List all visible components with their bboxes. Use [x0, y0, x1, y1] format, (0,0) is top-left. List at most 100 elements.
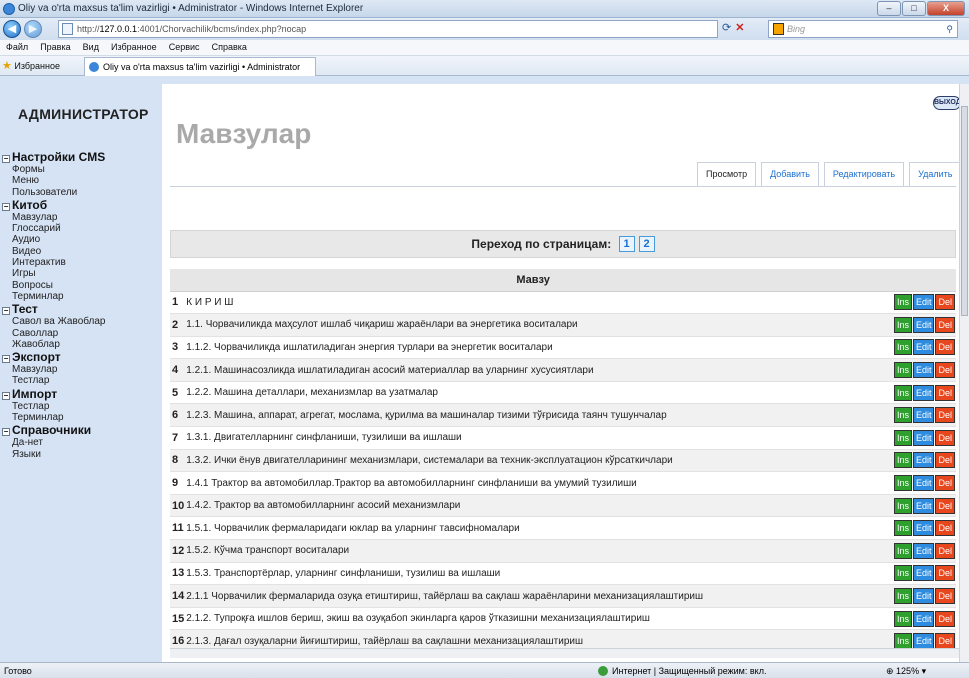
stop-icon[interactable]: ✕ — [735, 22, 744, 34]
sidebar-group[interactable]: − Настройки CMS — [0, 150, 162, 164]
edit-button[interactable]: Edit — [912, 520, 935, 537]
insert-button[interactable]: Ins — [893, 339, 912, 356]
delete-button[interactable]: Del — [935, 384, 955, 401]
edit-button[interactable]: Edit — [912, 542, 935, 559]
sidebar-item[interactable]: Языки — [0, 449, 162, 460]
edit-button[interactable]: Edit — [912, 384, 935, 401]
close-button[interactable]: X — [927, 1, 965, 16]
sidebar-group[interactable]: − Китоб — [0, 198, 162, 212]
delete-button[interactable]: Del — [935, 610, 955, 627]
delete-button[interactable]: Del — [935, 362, 955, 379]
insert-button[interactable]: Ins — [893, 429, 912, 446]
zoom-level[interactable]: ⊕ 125% ▾ — [886, 666, 926, 677]
security-zone[interactable]: Интернет | Защищенный режим: вкл. — [598, 666, 766, 676]
minimize-button[interactable]: – — [877, 1, 901, 16]
edit-button[interactable]: Edit — [912, 588, 935, 605]
sidebar-item[interactable]: Тестлар — [0, 401, 162, 412]
sidebar-item[interactable]: Мавзулар — [0, 212, 162, 223]
sidebar-group[interactable]: − Экспорт — [0, 350, 162, 364]
sidebar-item[interactable]: Жавоблар — [0, 339, 162, 350]
tab-edit[interactable]: Редактировать — [823, 162, 905, 186]
sidebar-item[interactable]: Формы — [0, 164, 162, 175]
edit-button[interactable]: Edit — [912, 565, 935, 582]
edit-button[interactable]: Edit — [912, 452, 935, 469]
delete-button[interactable]: Del — [935, 633, 955, 650]
insert-button[interactable]: Ins — [893, 407, 912, 424]
edit-button[interactable]: Edit — [912, 339, 935, 356]
sidebar-item[interactable]: Савол ва Жавоблар — [0, 316, 162, 327]
delete-button[interactable]: Del — [935, 316, 955, 333]
delete-button[interactable]: Del — [935, 339, 955, 356]
menu-help[interactable]: Справка — [206, 40, 250, 52]
insert-button[interactable]: Ins — [893, 316, 912, 333]
menu-view[interactable]: Вид — [77, 40, 102, 52]
insert-button[interactable]: Ins — [893, 520, 912, 537]
insert-button[interactable]: Ins — [893, 384, 912, 401]
collapse-icon[interactable]: − — [2, 428, 10, 437]
sidebar-item[interactable]: Меню — [0, 175, 162, 186]
url-input[interactable]: http://127.0.0.1:4001/Chorvachilik/bcms/… — [58, 20, 718, 38]
sidebar-item[interactable]: Саволлар — [0, 328, 162, 339]
delete-button[interactable]: Del — [935, 475, 955, 492]
edit-button[interactable]: Edit — [912, 497, 935, 514]
delete-button[interactable]: Del — [935, 407, 955, 424]
tab-delete[interactable]: Удалить — [909, 162, 962, 186]
vertical-scrollbar[interactable] — [959, 84, 969, 662]
search-icon[interactable]: ⚲ — [946, 21, 953, 37]
collapse-icon[interactable]: − — [2, 155, 10, 163]
insert-button[interactable]: Ins — [893, 475, 912, 492]
menu-file[interactable]: Файл — [0, 40, 31, 52]
sidebar-item[interactable]: Интерактив — [0, 257, 162, 268]
scroll-thumb[interactable] — [961, 106, 968, 316]
favorites-button[interactable]: ★ Избранное — [2, 59, 60, 72]
insert-button[interactable]: Ins — [893, 452, 912, 469]
edit-button[interactable]: Edit — [912, 316, 935, 333]
insert-button[interactable]: Ins — [893, 294, 912, 311]
collapse-icon[interactable]: − — [2, 391, 10, 400]
edit-button[interactable]: Edit — [912, 407, 935, 424]
page-link-2[interactable]: 2 — [638, 236, 655, 252]
delete-button[interactable]: Del — [935, 542, 955, 559]
page-link-1[interactable]: 1 — [618, 236, 635, 252]
collapse-icon[interactable]: − — [2, 355, 10, 364]
sidebar-item[interactable]: Пользователи — [0, 187, 162, 198]
refresh-icon[interactable]: ⟳ — [722, 22, 731, 34]
collapse-icon[interactable]: − — [2, 307, 10, 316]
sidebar-item[interactable]: Видео — [0, 246, 162, 257]
horizontal-scrollbar[interactable] — [170, 648, 959, 658]
delete-button[interactable]: Del — [935, 520, 955, 537]
delete-button[interactable]: Del — [935, 497, 955, 514]
browser-tab[interactable]: Oliy va o'rta maxsus ta'lim vazirligi • … — [84, 57, 316, 76]
tab-view[interactable]: Просмотр — [697, 162, 757, 186]
sidebar-group[interactable]: − Импорт — [0, 387, 162, 401]
edit-button[interactable]: Edit — [912, 633, 935, 650]
delete-button[interactable]: Del — [935, 452, 955, 469]
sidebar-item[interactable]: Да-нет — [0, 437, 162, 448]
delete-button[interactable]: Del — [935, 429, 955, 446]
edit-button[interactable]: Edit — [912, 294, 935, 311]
insert-button[interactable]: Ins — [893, 588, 912, 605]
sidebar-item[interactable]: Тестлар — [0, 375, 162, 386]
insert-button[interactable]: Ins — [893, 565, 912, 582]
insert-button[interactable]: Ins — [893, 497, 912, 514]
edit-button[interactable]: Edit — [912, 429, 935, 446]
menu-edit[interactable]: Правка — [34, 40, 73, 52]
menu-tools[interactable]: Сервис — [163, 40, 203, 52]
tab-add[interactable]: Добавить — [761, 162, 819, 186]
sidebar-item[interactable]: Глоссарий — [0, 223, 162, 234]
sidebar-group[interactable]: − Справочники — [0, 423, 162, 437]
sidebar-group[interactable]: − Тест — [0, 302, 162, 316]
sidebar-item[interactable]: Терминлар — [0, 291, 162, 302]
delete-button[interactable]: Del — [935, 294, 955, 311]
back-button[interactable]: ◀ — [3, 20, 21, 38]
sidebar-item[interactable]: Игры — [0, 268, 162, 279]
sidebar-item[interactable]: Терминлар — [0, 412, 162, 423]
maximize-button[interactable]: □ — [902, 1, 926, 16]
sidebar-item[interactable]: Вопросы — [0, 280, 162, 291]
search-input[interactable]: Bing ⚲ — [768, 20, 958, 38]
insert-button[interactable]: Ins — [893, 610, 912, 627]
insert-button[interactable]: Ins — [893, 542, 912, 559]
exit-button[interactable]: ВЫХОД — [933, 96, 961, 110]
menu-favorites[interactable]: Избранное — [105, 40, 160, 52]
sidebar-item[interactable]: Мавзулар — [0, 364, 162, 375]
